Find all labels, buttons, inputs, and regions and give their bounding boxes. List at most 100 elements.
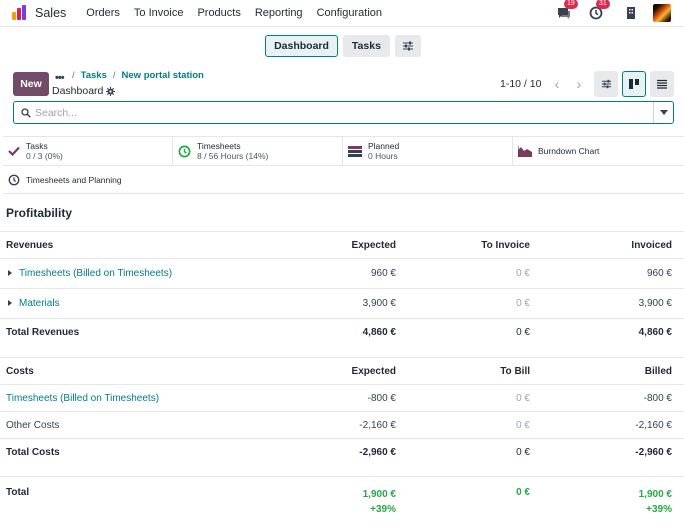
pager-prev-icon[interactable]: ‹ [546,71,568,97]
profitability-title: Profitability [6,206,73,220]
stat-planned-value: 0 Hours [368,151,398,161]
list-view-button[interactable] [650,71,674,97]
pager-value[interactable]: 1-10 / 10 [500,78,541,90]
activities-badge: 31 [596,0,610,9]
current-view-title: Dashboard [52,85,116,97]
menu-configuration[interactable]: Configuration [317,7,382,19]
stat-timesheets-planning[interactable]: Timesheets and Planning [3,166,173,193]
cost-label[interactable]: Timesheets (Billed on Timesheets) [0,384,290,412]
app-name[interactable]: Sales [35,6,66,20]
breadcrumb: / Tasks / New portal station [72,70,204,81]
revenue-expected: 3,900 € [290,288,408,319]
caret-right-icon[interactable] [8,270,12,277]
total-costs-billed: -2,960 € [542,438,684,466]
more-actions-icon[interactable]: ••• [55,72,65,84]
table-row: Other Costs -2,160 € 0 € -2,160 € [0,411,684,439]
messages-badge: 19 [564,0,578,9]
planning-icon [348,145,362,157]
revenue-label[interactable]: Timesheets (Billed on Timesheets) [19,268,172,279]
total-revenues-expected: 4,860 € [290,318,408,346]
grand-total-label: Total [0,476,290,519]
dashboard-button[interactable]: Dashboard [265,35,338,57]
total-revenues-row: Total Revenues 4,860 € 0 € 4,860 € [0,318,684,346]
search-options-toggle[interactable] [653,102,673,123]
table-row[interactable]: Materials 3,900 € 0 € 3,900 € [0,288,684,319]
cost-to-bill: 0 € [408,384,542,412]
revenue-expected: 960 € [290,258,408,289]
grand-total-expected: 1,900 € [362,489,396,500]
stat-planned-title: Planned [368,141,400,151]
total-costs-expected: -2,960 € [290,438,408,466]
cost-expected: -800 € [290,384,408,412]
stat-timesheets-title: Timesheets [197,141,241,151]
clock-icon [8,174,20,185]
stat-burndown-title: Burndown Chart [538,146,600,156]
total-revenues-to-invoice: 0 € [408,318,542,346]
sales-app-icon[interactable] [12,5,28,21]
kanban-view-button[interactable] [622,71,646,97]
search-icon [21,107,31,118]
pager-next-icon[interactable]: › [568,71,590,97]
total-revenues-invoiced: 4,860 € [542,318,684,346]
building-icon[interactable] [625,6,639,20]
table-row[interactable]: Timesheets (Billed on Timesheets) 960 € … [0,258,684,289]
cost-billed: -800 € [542,384,684,412]
list-icon [657,79,667,89]
stat-buttons: Tasks 0 / 3 (0%) Timesheets 8 / 56 Hours… [3,136,684,194]
costs-header: Costs [0,357,290,385]
to-bill-header: To Bill [408,357,542,385]
cost-to-bill: 0 € [408,411,542,439]
costs-table: Costs Expected To Bill Billed Timesheets… [0,357,684,466]
user-avatar[interactable] [653,4,671,22]
stat-tasks-title: Tasks [26,141,48,151]
area-chart-icon [518,145,532,157]
kanban-icon [629,79,639,89]
breadcrumb-tasks[interactable]: Tasks [81,70,107,81]
stat-timesheets-value: 8 / 56 Hours (14%) [197,151,269,161]
total-costs-label: Total Costs [0,438,290,466]
revenue-label[interactable]: Materials [19,298,60,309]
grand-total-billed-pct: +39% [646,504,672,515]
total-costs-to-bill: 0 € [408,438,542,466]
menu-orders[interactable]: Orders [86,7,120,19]
cost-label: Other Costs [0,411,290,439]
gear-icon[interactable] [106,86,116,96]
search-bar[interactable] [13,101,674,124]
clock-icon [178,145,191,157]
total-costs-row: Total Costs -2,960 € 0 € -2,960 € [0,438,684,466]
check-icon [8,146,20,156]
revenues-table: Revenues Expected To Invoice Invoiced Ti… [0,231,684,346]
expected-header: Expected [290,357,408,385]
revenues-header: Revenues [0,231,290,259]
breadcrumb-project[interactable]: New portal station [122,70,204,81]
revenue-to-invoice: 0 € [408,288,542,319]
new-button[interactable]: New [13,72,49,96]
messages-icon[interactable]: 19 [557,0,578,20]
caret-right-icon[interactable] [8,300,12,307]
stat-tasks[interactable]: Tasks 0 / 3 (0%) [3,137,173,165]
activities-clock-icon[interactable]: 31 [589,0,610,20]
filter-sliders-button[interactable] [594,71,618,97]
total-revenues-label: Total Revenues [0,318,290,346]
sliders-icon [601,79,611,89]
menu-reporting[interactable]: Reporting [255,7,303,19]
menu-products[interactable]: Products [197,7,240,19]
search-input[interactable] [31,106,653,119]
table-row[interactable]: Timesheets (Billed on Timesheets) -800 €… [0,384,684,412]
billed-header: Billed [542,357,684,385]
stat-timesheets[interactable]: Timesheets 8 / 56 Hours (14%) [173,137,343,165]
grand-total-table: Total 1,900 € +39% 0 € 1,900 € +39% [0,476,684,519]
settings-sliders-button[interactable] [394,35,421,57]
view-segment: Dashboard Tasks [0,35,684,57]
menu-to-invoice[interactable]: To Invoice [134,7,184,19]
revenue-invoiced: 960 € [542,258,684,289]
grand-total-expected-pct: +39% [370,504,396,515]
sliders-icon [402,41,413,51]
revenue-to-invoice: 0 € [408,258,542,289]
expected-header: Expected [290,231,408,259]
stat-burndown-chart[interactable]: Burndown Chart [513,137,683,165]
tasks-button[interactable]: Tasks [342,35,390,57]
caret-down-icon [659,110,668,115]
grand-total-row: Total 1,900 € +39% 0 € 1,900 € +39% [0,476,684,519]
stat-planned[interactable]: Planned 0 Hours [343,137,513,165]
